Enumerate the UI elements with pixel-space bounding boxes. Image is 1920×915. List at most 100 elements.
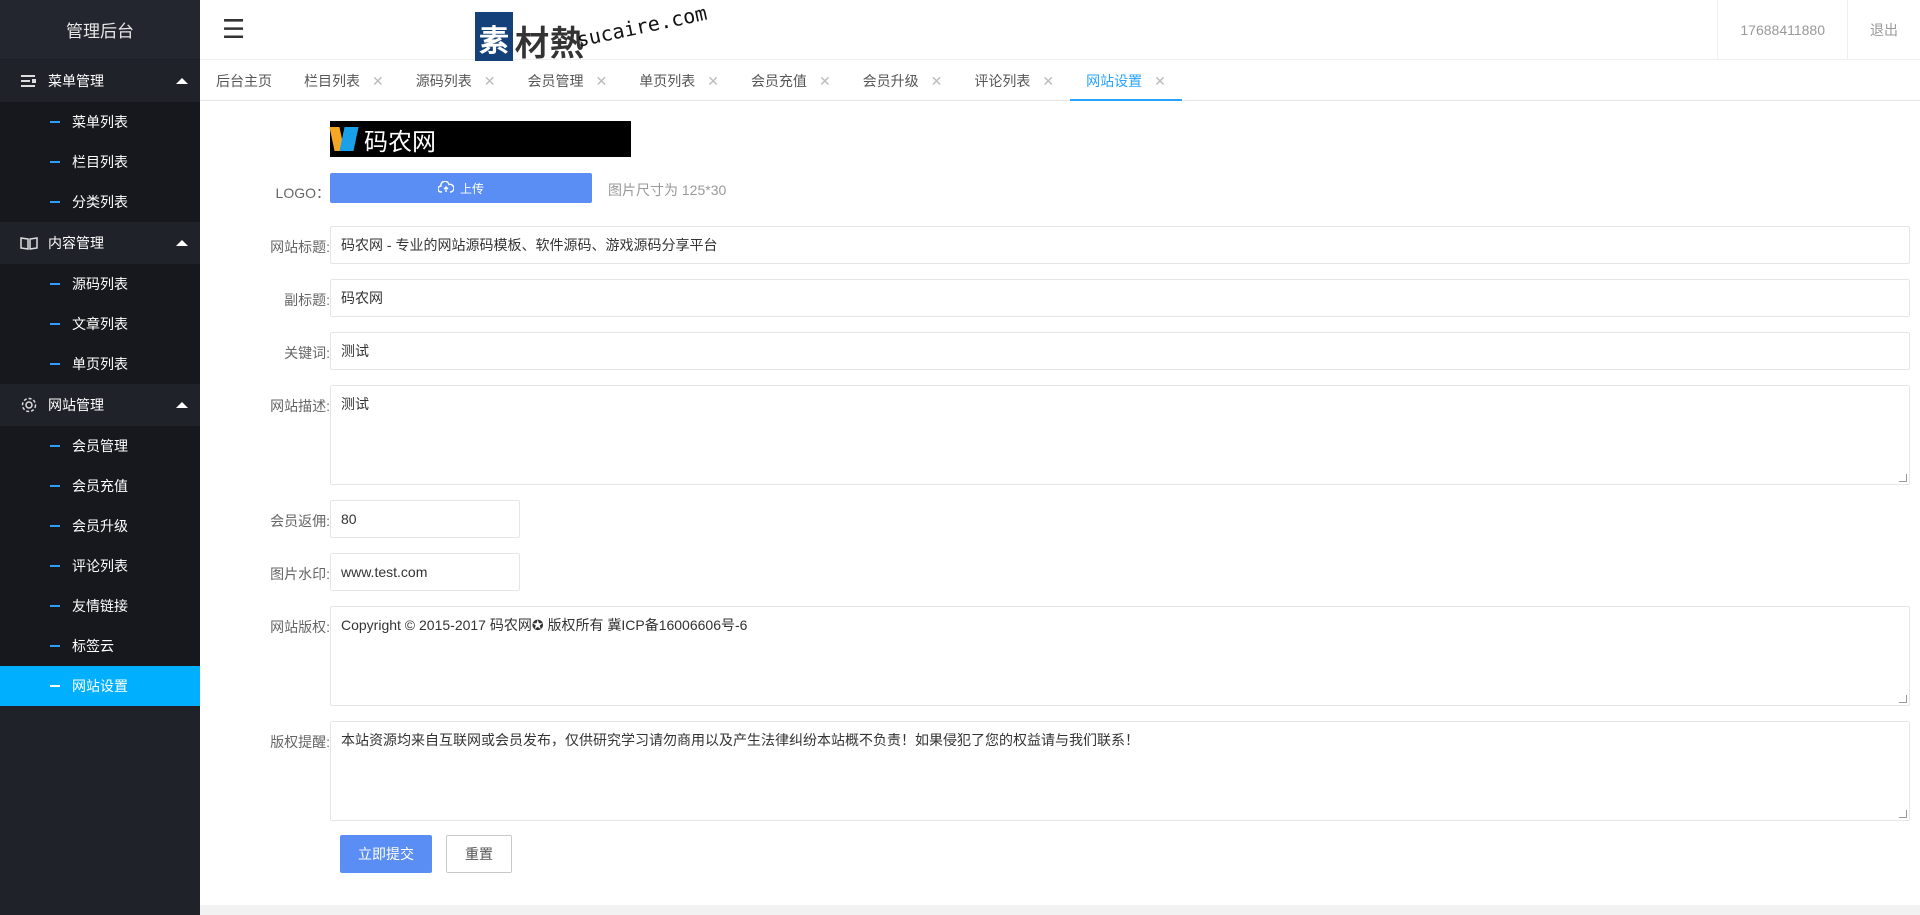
sidebar-item-label: 会员升级 (72, 518, 128, 534)
sidebar-group-label: 网站管理 (48, 397, 104, 413)
image-watermark-input[interactable]: www.test.com (330, 553, 520, 591)
close-icon[interactable]: ✕ (1042, 73, 1054, 90)
logo-preview: 码农网 (329, 121, 631, 157)
header-right: 17688411880 退出 (1717, 0, 1920, 60)
close-icon[interactable]: ✕ (1154, 73, 1166, 90)
copyright-value: Copyright © 2015-2017 码农网✪ 版权所有 冀ICP备160… (341, 617, 748, 633)
tab-label: 会员升级 (862, 73, 919, 89)
sidebar-item-label: 栏目列表 (72, 154, 128, 170)
submit-button[interactable]: 立即提交 (340, 835, 432, 873)
cloud-upload-icon (437, 180, 455, 196)
caret-up-icon (176, 402, 188, 408)
tab-comment-list[interactable]: 评论列表 ✕ (958, 61, 1070, 101)
upload-button[interactable]: 上传 (330, 173, 592, 203)
dash-icon (50, 161, 60, 163)
image-watermark-label: 图片水印: (270, 566, 330, 582)
resize-handle-icon[interactable] (1899, 695, 1907, 703)
sidebar-item-site-settings[interactable]: 网站设置 (0, 666, 200, 706)
sidebar-item-comment-list[interactable]: 评论列表 (0, 546, 200, 586)
sidebar-submenu: 菜单列表 栏目列表 分类列表 (0, 102, 200, 222)
page-tabs: 后台主页 栏目列表 ✕ 源码列表 ✕ 会员管理 ✕ 单页列表 ✕ 会员充值 ✕ 会员升级 ✕… (200, 61, 1920, 102)
sidebar-group-menu-management[interactable]: 菜单管理 (0, 60, 200, 102)
close-icon[interactable]: ✕ (707, 73, 719, 90)
rebate-label: 会员返佣: (270, 513, 330, 529)
rebate-input[interactable]: 80 (330, 500, 520, 538)
tab-source-list[interactable]: 源码列表 ✕ (400, 61, 512, 101)
caret-up-icon (176, 78, 188, 84)
site-title-label: 网站标题: (270, 239, 330, 255)
sidebar-item-article-list[interactable]: 文章列表 (0, 304, 200, 344)
tab-member-recharge[interactable]: 会员充值 ✕ (735, 61, 847, 101)
resize-handle-icon[interactable] (1899, 810, 1907, 818)
tab-home[interactable]: 后台主页 (200, 61, 288, 101)
sidebar-group-site-management[interactable]: 网站管理 (0, 384, 200, 426)
sidebar-group-label: 内容管理 (48, 235, 104, 251)
sidebar-group-content-management[interactable]: 内容管理 (0, 222, 200, 264)
close-icon[interactable]: ✕ (595, 73, 607, 90)
user-phone[interactable]: 17688411880 (1717, 0, 1847, 60)
close-icon[interactable]: ✕ (484, 73, 496, 90)
tab-member-management[interactable]: 会员管理 ✕ (511, 61, 623, 101)
upload-label: 上传 (459, 181, 484, 196)
top-header: ☰ 素 材熱 sucaire.com 17688411880 退出 (200, 0, 1920, 64)
tab-member-upgrade[interactable]: 会员升级 ✕ (847, 61, 959, 101)
book-icon (20, 234, 38, 252)
sidebar-item-category-list[interactable]: 分类列表 (0, 182, 200, 222)
tab-label: 栏目列表 (304, 73, 360, 89)
dash-icon (50, 323, 60, 325)
sidebar-item-member-management[interactable]: 会员管理 (0, 426, 200, 466)
description-textarea[interactable]: 测试 (330, 385, 1910, 485)
hamburger-menu-icon[interactable]: ☰ (222, 14, 245, 45)
sidebar-item-friend-links[interactable]: 友情链接 (0, 586, 200, 626)
footer-strip (200, 905, 1920, 915)
tab-label: 后台主页 (216, 73, 272, 89)
sidebar-item-source-list[interactable]: 源码列表 (0, 264, 200, 304)
sidebar-item-member-upgrade[interactable]: 会员升级 (0, 506, 200, 546)
sidebar-item-label: 文章列表 (72, 316, 128, 332)
close-icon[interactable]: ✕ (819, 73, 831, 90)
tab-column-list[interactable]: 栏目列表 ✕ (288, 61, 400, 101)
logout-link[interactable]: 退出 (1847, 0, 1920, 60)
sidebar-item-label: 单页列表 (72, 356, 128, 372)
sidebar-item-column-list[interactable]: 栏目列表 (0, 142, 200, 182)
close-icon[interactable]: ✕ (372, 73, 384, 90)
dash-icon (50, 485, 60, 487)
subtitle-input[interactable]: 码农网 (330, 279, 1910, 317)
watermark-text: 材熱 (515, 24, 585, 64)
tab-label: 评论列表 (974, 73, 1031, 89)
copyright-textarea[interactable]: Copyright © 2015-2017 码农网✪ 版权所有 冀ICP备160… (330, 606, 1910, 706)
copyright-notice-textarea[interactable]: 本站资源均来自互联网或会员发布，仅供研究学习请勿商用以及产生法律纠纷本站概不负责… (330, 721, 1910, 821)
subtitle-label: 副标题: (284, 292, 330, 308)
tab-page-list[interactable]: 单页列表 ✕ (623, 61, 735, 101)
keywords-value: 测试 (341, 343, 369, 359)
sidebar: 管理后台 菜单管理 菜单列表 栏目列表 分类列表 内容管理 源码列表 文章列表 … (0, 0, 200, 915)
tab-site-settings[interactable]: 网站设置 ✕ (1070, 61, 1182, 102)
sidebar-item-member-recharge[interactable]: 会员充值 (0, 466, 200, 506)
sidebar-group-label: 菜单管理 (48, 73, 104, 89)
sidebar-item-page-list[interactable]: 单页列表 (0, 344, 200, 384)
sidebar-item-label: 源码列表 (72, 276, 128, 292)
sidebar-item-menu-list[interactable]: 菜单列表 (0, 102, 200, 142)
site-title-value: 码农网 - 专业的网站源码模板、软件源码、游戏源码分享平台 (341, 237, 718, 253)
keywords-label: 关键词: (284, 345, 330, 361)
settings-form: 码农网 LOGO： 上传 图片尺寸为 125*30 网站标题: 码农网 - 专业… (200, 101, 1920, 905)
description-value: 测试 (341, 396, 369, 412)
sidebar-item-tag-cloud[interactable]: 标签云 (0, 626, 200, 666)
logo-mark-icon (329, 125, 360, 153)
dash-icon (50, 363, 60, 365)
sidebar-item-label: 会员充值 (72, 478, 128, 494)
logo-preview-text: 码农网 (364, 127, 436, 156)
dash-icon (50, 445, 60, 447)
dash-icon (50, 201, 60, 203)
sidebar-submenu: 源码列表 文章列表 单页列表 (0, 264, 200, 384)
tab-label: 会员充值 (750, 73, 807, 89)
admin-app: 管理后台 菜单管理 菜单列表 栏目列表 分类列表 内容管理 源码列表 文章列表 … (0, 0, 1920, 915)
close-icon[interactable]: ✕ (931, 73, 943, 90)
resize-handle-icon[interactable] (1899, 474, 1907, 482)
dash-icon (50, 525, 60, 527)
watermark-domain: sucaire.com (574, 0, 710, 52)
image-watermark-value: www.test.com (341, 564, 428, 580)
reset-button[interactable]: 重置 (446, 835, 512, 873)
site-title-input[interactable]: 码农网 - 专业的网站源码模板、软件源码、游戏源码分享平台 (330, 226, 1910, 264)
keywords-input[interactable]: 测试 (330, 332, 1910, 370)
